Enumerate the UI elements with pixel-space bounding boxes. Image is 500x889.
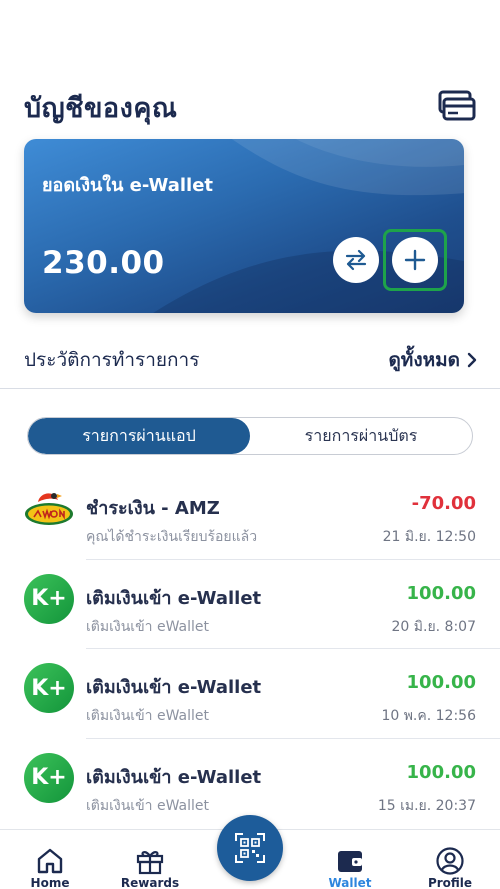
transfer-arrows-icon xyxy=(345,249,367,271)
page-title: บัญชีของคุณ xyxy=(24,93,178,124)
see-all-label: ดูทั้งหมด xyxy=(388,349,460,371)
nav-home-label: Home xyxy=(30,876,70,889)
kplus-logo: K+ xyxy=(24,573,74,624)
history-header: ประวัติการทำรายการ ดูทั้งหมด xyxy=(0,330,500,388)
transaction-subtitle: คุณได้ชำระเงินเรียบร้อยแล้ว xyxy=(86,529,258,545)
transaction-tabs: รายการผ่านแอป รายการผ่านบัตร xyxy=(27,417,473,455)
transaction-title: เติมเงินเข้า e-Wallet xyxy=(86,587,262,609)
chevron-right-icon xyxy=(467,352,477,368)
nav-rewards[interactable]: Rewards xyxy=(100,830,200,889)
nav-profile-label: Profile xyxy=(427,876,473,889)
transaction-amount: -70.00 xyxy=(411,493,476,514)
wallet-icon xyxy=(338,851,362,872)
nav-home[interactable]: Home xyxy=(0,830,100,889)
amazon-cafe-logo xyxy=(24,484,74,534)
gift-icon xyxy=(136,851,164,875)
transaction-subtitle: เติมเงินเข้า eWallet xyxy=(86,618,209,635)
tab-app-transactions[interactable]: รายการผ่านแอป xyxy=(28,418,250,454)
transaction-row[interactable]: K+ เติมเงินเข้า e-Wallet เติมเงินเข้า eW… xyxy=(0,649,500,739)
transaction-row[interactable]: ชำระเงิน - AMZ คุณได้ชำระเงินเรียบร้อยแล… xyxy=(0,470,500,560)
transaction-amount: 100.00 xyxy=(406,672,476,693)
transaction-row[interactable]: K+ เติมเงินเข้า e-Wallet เติมเงินเข้า eW… xyxy=(0,560,500,649)
nav-profile[interactable]: Profile xyxy=(400,830,500,889)
wallet-balance: 230.00 xyxy=(42,245,165,281)
wallet-label: ยอดเงินใน e-Wallet xyxy=(42,175,214,196)
nav-wallet[interactable]: Wallet xyxy=(300,830,400,889)
qr-scan-button[interactable] xyxy=(217,815,283,881)
transaction-subtitle: เติมเงินเข้า eWallet xyxy=(86,708,209,724)
transaction-date: 21 มิ.ย. 12:50 xyxy=(382,529,476,545)
transaction-amount: 100.00 xyxy=(406,761,476,783)
transaction-title: เติมเงินเข้า e-Wallet xyxy=(86,677,262,698)
nav-rewards-label: Rewards xyxy=(120,876,180,889)
transaction-list: ชำระเงิน - AMZ คุณได้ชำระเงินเรียบร้อยแล… xyxy=(0,470,500,828)
profile-icon xyxy=(436,847,464,875)
wallet-balance-card: ยอดเงินใน e-Wallet 230.00 xyxy=(24,139,464,313)
credit-cards-icon[interactable] xyxy=(438,90,476,122)
divider xyxy=(0,388,500,389)
transaction-date: 10 พ.ค. 12:56 xyxy=(381,708,476,724)
kplus-logo: K+ xyxy=(24,663,74,713)
transaction-subtitle: เติมเงินเข้า eWallet xyxy=(86,797,209,814)
transaction-date: 20 มิ.ย. 8:07 xyxy=(391,618,477,635)
see-all-link[interactable]: ดูทั้งหมด xyxy=(388,345,478,375)
tab-card-transactions[interactable]: รายการผ่านบัตร xyxy=(250,418,472,454)
topup-button[interactable] xyxy=(392,237,438,283)
kplus-logo: K+ xyxy=(24,752,74,803)
transfer-button[interactable] xyxy=(333,237,379,283)
nav-wallet-label: Wallet xyxy=(328,876,372,889)
header: บัญชีของคุณ xyxy=(0,0,500,140)
home-icon xyxy=(37,848,63,874)
transaction-title: เติมเงินเข้า e-Wallet xyxy=(86,766,262,788)
transaction-date: 15 เม.ย. 20:37 xyxy=(377,797,476,814)
transaction-title: ชำระเงิน - AMZ xyxy=(86,498,220,519)
plus-icon xyxy=(404,249,426,271)
qr-scan-icon xyxy=(235,833,265,863)
history-title: ประวัติการทำรายการ xyxy=(24,349,200,371)
transaction-amount: 100.00 xyxy=(406,582,476,604)
